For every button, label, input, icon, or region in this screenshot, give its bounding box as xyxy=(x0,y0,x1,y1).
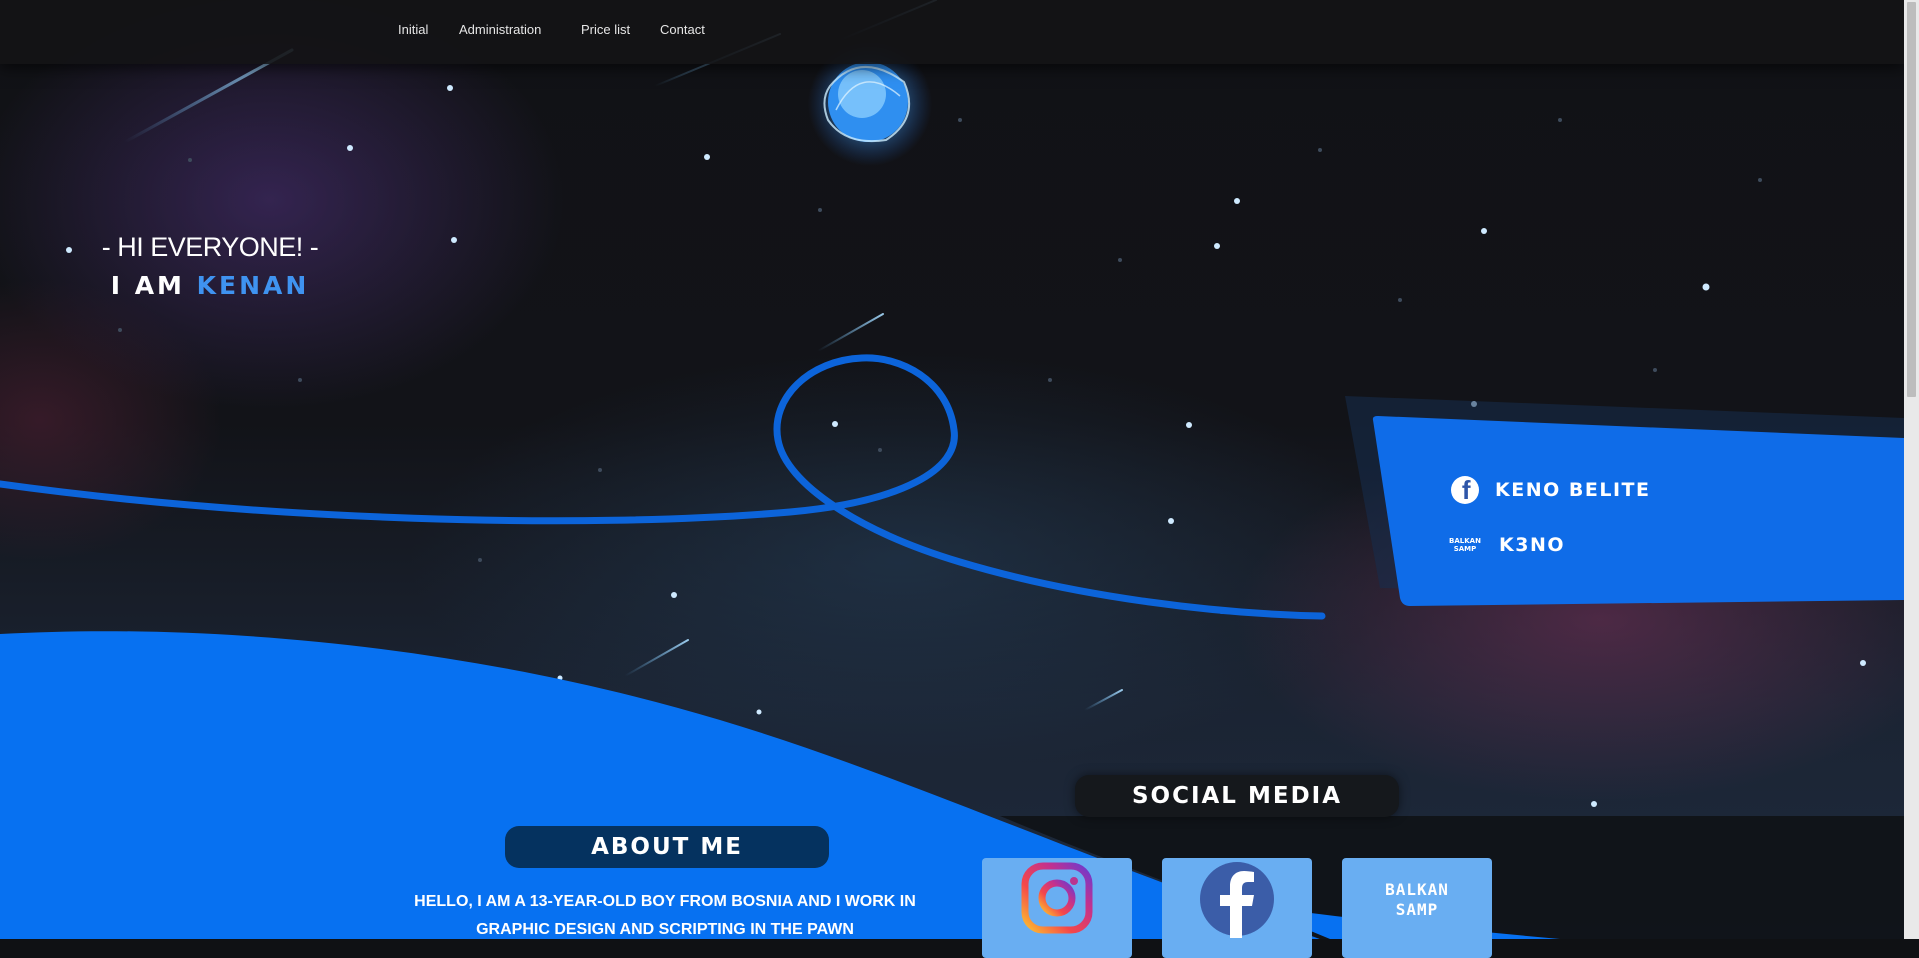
badge-facebook-row[interactable]: f KENO BELITE xyxy=(1451,476,1650,504)
badge-samp-row[interactable]: BALKAN SAMP K3NO xyxy=(1447,534,1565,556)
shooting-stars xyxy=(123,0,1123,711)
social-heading: SOCIAL MEDIA xyxy=(1075,775,1399,817)
top-nav: Initial Administration Price list Contac… xyxy=(0,0,1904,64)
facebook-name: KENO BELITE xyxy=(1495,479,1651,501)
nav-item-initial[interactable]: Initial xyxy=(398,22,428,37)
balkan-samp-card[interactable]: BALKAN SAMP xyxy=(1342,858,1492,958)
badge-panel xyxy=(1372,416,1904,606)
balkan-samp-icon: BALKAN SAMP xyxy=(1449,537,1481,553)
hero-greeting: - HI EVERYONE! - I AM KENAN xyxy=(95,232,325,300)
page-scrollbar[interactable] xyxy=(1904,0,1919,939)
intro-name: KENAN xyxy=(196,271,310,300)
intro-prefix: I AM xyxy=(110,271,185,300)
intro-line: I AM KENAN xyxy=(95,271,325,300)
nav-item-price-list[interactable]: Price list xyxy=(581,22,630,37)
about-heading: ABOUT ME xyxy=(505,826,829,868)
facebook-card[interactable] xyxy=(1162,858,1312,958)
scrollbar-thumb[interactable] xyxy=(1907,2,1916,397)
facebook-icon xyxy=(1200,862,1274,938)
hero-decoration xyxy=(0,0,1904,939)
instagram-icon xyxy=(1021,862,1093,934)
instagram-card[interactable] xyxy=(982,858,1132,958)
loop-ribbon xyxy=(0,354,1326,620)
about-text: HELLO, I AM A 13-YEAR-OLD BOY FROM BOSNI… xyxy=(414,893,916,938)
greeting-line: - HI EVERYONE! - xyxy=(101,232,319,262)
facebook-icon: f xyxy=(1451,476,1479,504)
balkan-samp-logo: BALKAN SAMP xyxy=(1385,880,1449,919)
samp-name: K3NO xyxy=(1499,534,1565,556)
nav-item-administration[interactable]: Administration xyxy=(459,22,541,37)
nav-item-contact[interactable]: Contact xyxy=(660,22,705,37)
